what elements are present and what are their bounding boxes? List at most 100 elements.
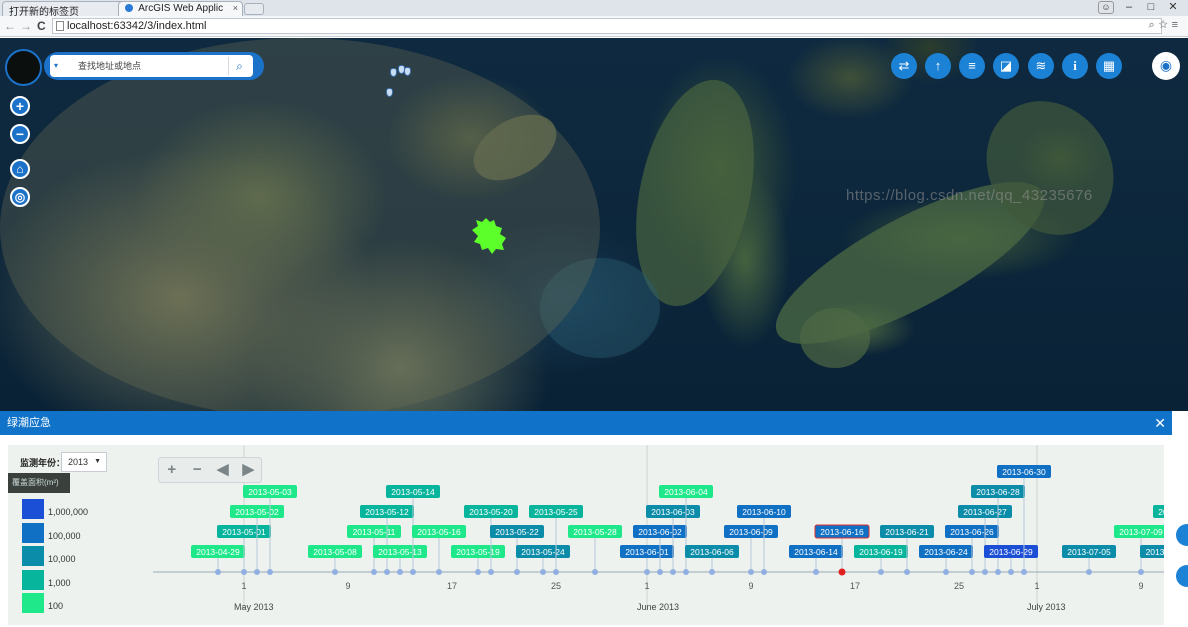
day-tick-label: 9 bbox=[1138, 581, 1143, 591]
event-dot[interactable] bbox=[1021, 569, 1027, 575]
event-dot[interactable] bbox=[813, 569, 819, 575]
event-dot[interactable] bbox=[1086, 569, 1092, 575]
map-pin-icon[interactable] bbox=[390, 68, 397, 77]
event-dot[interactable] bbox=[332, 569, 338, 575]
event-dot[interactable] bbox=[488, 569, 494, 575]
event-dot[interactable] bbox=[838, 568, 846, 576]
day-tick-label: 9 bbox=[748, 581, 753, 591]
tab-arcgis[interactable]: ArcGIS Web Applic × bbox=[118, 1, 243, 16]
green-tide-bloom bbox=[472, 218, 506, 254]
month-label: May 2013 bbox=[234, 602, 274, 612]
map-pin-icon[interactable] bbox=[386, 88, 393, 97]
zoom-out-button[interactable]: − bbox=[10, 124, 30, 144]
swipe-icon[interactable]: ⇄ bbox=[891, 53, 917, 79]
event-dot[interactable] bbox=[709, 569, 715, 575]
zoom-in-button[interactable]: + bbox=[10, 96, 30, 116]
event-date-label: 2013-05-25 bbox=[534, 507, 578, 517]
event-date-label: 2013-05-13 bbox=[378, 547, 422, 557]
user-icon[interactable]: ☺ bbox=[1098, 1, 1114, 14]
event-date-label: 2013-05-12 bbox=[365, 507, 409, 517]
event-date-label: 2013-06-06 bbox=[690, 547, 734, 557]
japan-kyushu bbox=[800, 308, 870, 368]
event-dot[interactable] bbox=[241, 569, 247, 575]
map-pin-icon[interactable] bbox=[404, 67, 411, 76]
forward-icon[interactable]: → bbox=[20, 19, 32, 33]
event-date-label: 2013-06-30 bbox=[1002, 467, 1046, 477]
event-dot[interactable] bbox=[995, 569, 1001, 575]
event-date-label: 2013-07-11 bbox=[1146, 547, 1164, 557]
event-dot[interactable] bbox=[592, 569, 598, 575]
new-tab-button[interactable] bbox=[244, 3, 264, 15]
reload-icon[interactable]: C bbox=[37, 19, 46, 33]
timeline-zoom-in-button[interactable]: + bbox=[159, 458, 185, 482]
home-button[interactable]: ⌂ bbox=[10, 159, 30, 179]
info-icon[interactable]: i bbox=[1062, 53, 1088, 79]
basemap-icon[interactable]: ◪ bbox=[993, 53, 1019, 79]
day-tick-label: 1 bbox=[241, 581, 246, 591]
event-dot[interactable] bbox=[657, 569, 663, 575]
eye-icon[interactable]: ◉ bbox=[1152, 52, 1180, 80]
url-text: localhost:63342/3/index.html bbox=[67, 20, 207, 32]
event-dot[interactable] bbox=[904, 569, 910, 575]
event-dot[interactable] bbox=[644, 569, 650, 575]
event-date-label: 2013-07-12 bbox=[1158, 507, 1164, 517]
event-dot[interactable] bbox=[215, 569, 221, 575]
event-dot[interactable] bbox=[475, 569, 481, 575]
timeline-next-button[interactable]: ▶ bbox=[236, 458, 262, 482]
event-dot[interactable] bbox=[540, 569, 546, 575]
event-dot[interactable] bbox=[982, 569, 988, 575]
url-field[interactable]: localhost:63342/3/index.html bbox=[52, 18, 1162, 34]
event-dot[interactable] bbox=[384, 569, 390, 575]
event-dot[interactable] bbox=[1008, 569, 1014, 575]
event-date-label: 2013-06-26 bbox=[950, 527, 994, 537]
close-window-button[interactable]: ✕ bbox=[1162, 0, 1184, 15]
event-date-label: 2013-06-19 bbox=[859, 547, 903, 557]
event-dot[interactable] bbox=[670, 569, 676, 575]
event-date-label: 2013-06-02 bbox=[638, 527, 682, 537]
locate-button[interactable]: ◎ bbox=[10, 187, 30, 207]
grid-icon[interactable]: ▦ bbox=[1096, 53, 1122, 79]
event-dot[interactable] bbox=[761, 569, 767, 575]
event-date-label: 2013-05-28 bbox=[573, 527, 617, 537]
mainland-china bbox=[0, 38, 600, 411]
layers-icon[interactable]: ≋ bbox=[1028, 53, 1054, 79]
event-date-label: 2013-05-19 bbox=[456, 547, 500, 557]
event-dot[interactable] bbox=[267, 569, 273, 575]
event-date-label: 2013-05-08 bbox=[313, 547, 357, 557]
event-dot[interactable] bbox=[410, 569, 416, 575]
minimize-button[interactable]: – bbox=[1118, 0, 1140, 15]
upload-icon[interactable]: ↑ bbox=[925, 53, 951, 79]
timeline-zoom-out-button[interactable]: − bbox=[185, 458, 211, 482]
tab-label: 打开新的标签页 bbox=[9, 7, 79, 16]
search-placeholder: 查找地址或地点 bbox=[78, 61, 142, 71]
event-dot[interactable] bbox=[1138, 569, 1144, 575]
event-dot[interactable] bbox=[878, 569, 884, 575]
event-dot[interactable] bbox=[514, 569, 520, 575]
panel-title: 绿潮应急 bbox=[7, 417, 51, 429]
event-dot[interactable] bbox=[748, 569, 754, 575]
address-bar-icons[interactable]: ⌕☆≡ bbox=[1148, 19, 1182, 32]
maximize-button[interactable]: □ bbox=[1140, 0, 1162, 15]
timeline-prev-button[interactable]: ◀ bbox=[210, 458, 236, 482]
event-dot[interactable] bbox=[436, 569, 442, 575]
event-dot[interactable] bbox=[943, 569, 949, 575]
event-dot[interactable] bbox=[371, 569, 377, 575]
search-input[interactable]: 查找地址或地点 bbox=[50, 55, 253, 77]
event-dot[interactable] bbox=[397, 569, 403, 575]
panel-close-icon[interactable]: ✕ bbox=[1154, 411, 1166, 435]
event-dot[interactable] bbox=[969, 569, 975, 575]
legend-icon[interactable]: ≡ bbox=[959, 53, 985, 79]
event-dot[interactable] bbox=[683, 569, 689, 575]
map-view[interactable] bbox=[0, 38, 1188, 411]
tab-close-icon[interactable]: × bbox=[233, 3, 238, 13]
event-date-label: 2013-06-01 bbox=[625, 547, 669, 557]
event-dot[interactable] bbox=[553, 569, 559, 575]
search-icon[interactable]: ⌕ bbox=[228, 57, 250, 75]
back-icon[interactable]: ← bbox=[4, 19, 16, 33]
event-dot[interactable] bbox=[254, 569, 260, 575]
search-source-dropdown-icon[interactable]: ▾ bbox=[54, 61, 58, 70]
tab-new-tab[interactable]: 打开新的标签页 × bbox=[2, 1, 130, 16]
event-date-label: 2013-06-24 bbox=[924, 547, 968, 557]
event-date-label: 2013-05-20 bbox=[469, 507, 513, 517]
timeline-controls: + − ◀ ▶ bbox=[158, 457, 262, 483]
